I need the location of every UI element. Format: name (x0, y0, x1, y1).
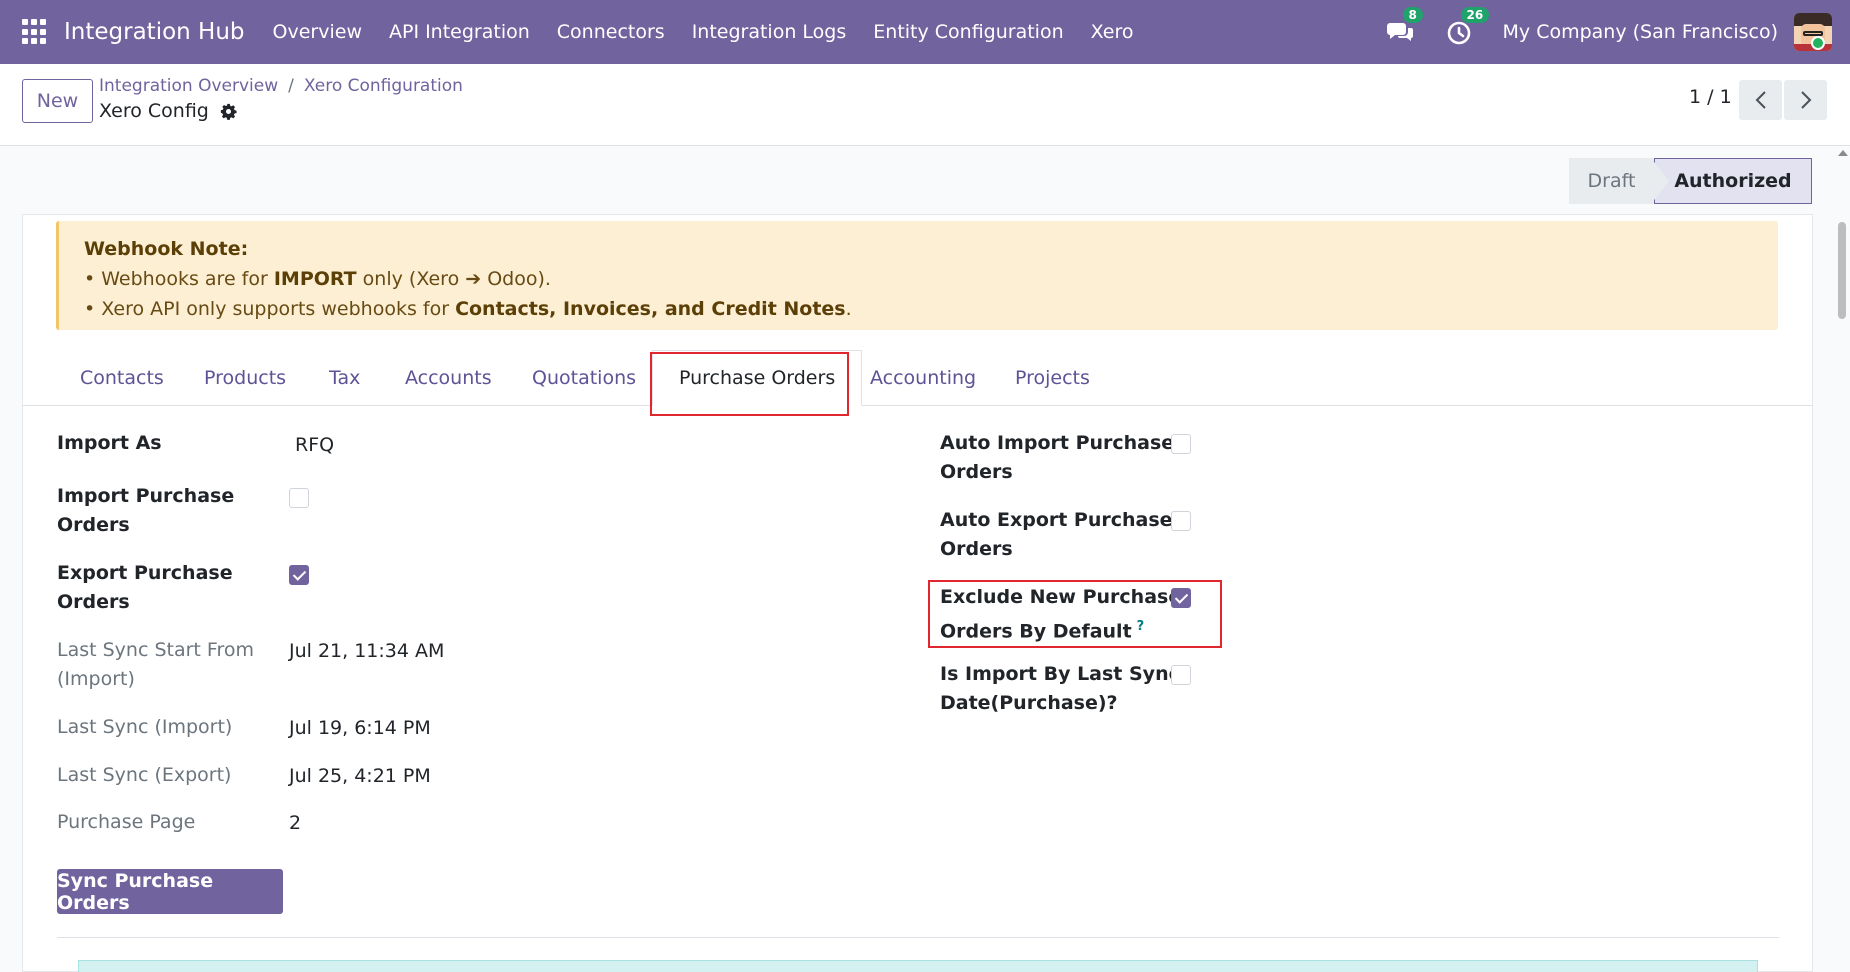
nav-item-entity-configuration[interactable]: Entity Configuration (873, 21, 1063, 43)
company-switcher[interactable]: My Company (San Francisco) (1503, 21, 1778, 43)
tab-tax[interactable]: Tax (329, 350, 360, 406)
messages-button[interactable]: 8 (1386, 7, 1423, 46)
webhook-note-title: Webhook Note: (84, 238, 249, 260)
notebook-tabs: Contacts Products Tax Accounts Quotation… (22, 350, 1813, 406)
import-as-label: Import As (57, 432, 162, 454)
apps-grid-icon[interactable] (22, 19, 48, 45)
top-navbar: Integration Hub Overview API Integration… (0, 0, 1850, 64)
tab-quotations[interactable]: Quotations (532, 350, 636, 406)
status-authorized[interactable]: Authorized (1654, 158, 1812, 204)
auto-import-po-label: Auto Import Purchase Orders (940, 432, 1175, 483)
export-po-checkbox[interactable] (289, 565, 309, 585)
chevron-right-icon (1800, 91, 1811, 109)
import-by-last-sync-label: Is Import By Last Sync Date(Purchase)? (940, 663, 1180, 714)
nav-item-xero[interactable]: Xero (1091, 21, 1134, 43)
nav-item-overview[interactable]: Overview (273, 21, 362, 43)
nav-item-connectors[interactable]: Connectors (557, 21, 665, 43)
nav-item-api-integration[interactable]: API Integration (389, 21, 530, 43)
info-alert (78, 960, 1758, 972)
export-po-label: Export Purchase Orders (57, 562, 233, 613)
tab-products[interactable]: Products (204, 350, 286, 406)
last-sync-export-value[interactable]: Jul 25, 4:21 PM (289, 765, 431, 787)
tab-highlight-annotation (650, 352, 849, 416)
exclude-highlight-annotation (928, 580, 1222, 648)
chevron-left-icon (1755, 91, 1766, 109)
tab-accounting[interactable]: Accounting (870, 350, 976, 406)
status-authorized-label: Authorized (1674, 170, 1792, 192)
breadcrumb: Integration Overview / Xero Configuration (99, 76, 463, 96)
activities-button[interactable]: 26 (1445, 7, 1490, 46)
record-title: Xero Config (99, 100, 237, 122)
tab-contacts[interactable]: Contacts (80, 350, 164, 406)
breadcrumb-xero-configuration[interactable]: Xero Configuration (304, 76, 463, 96)
import-as-select[interactable]: RFQ (295, 434, 334, 456)
breadcrumb-integration-overview[interactable]: Integration Overview (99, 76, 278, 96)
last-sync-start-value[interactable]: Jul 21, 11:34 AM (289, 640, 444, 662)
scroll-up-arrow-icon[interactable] (1838, 150, 1848, 156)
gear-icon[interactable] (220, 103, 237, 120)
webhook-note: Webhook Note: • Webhooks are for IMPORT … (56, 221, 1778, 330)
activities-badge: 26 (1460, 7, 1490, 23)
tab-accounts[interactable]: Accounts (405, 350, 492, 406)
pager-previous-button[interactable] (1739, 80, 1782, 120)
last-sync-import-value[interactable]: Jul 19, 6:14 PM (289, 717, 431, 739)
status-draft-label: Draft (1587, 170, 1636, 192)
auto-import-po-checkbox[interactable] (1171, 434, 1191, 454)
import-by-last-sync-checkbox[interactable] (1171, 665, 1191, 685)
auto-export-po-label: Auto Export Purchase Orders (940, 509, 1173, 560)
sync-purchase-orders-button[interactable]: Sync Purchase Orders (57, 869, 283, 914)
last-sync-start-label: Last Sync Start From (Import) (57, 639, 254, 690)
control-panel: New Integration Overview / Xero Configurat… (0, 64, 1850, 146)
import-po-checkbox[interactable] (289, 488, 309, 508)
last-sync-export-label: Last Sync (Export) (57, 764, 232, 786)
scrollbar-thumb[interactable] (1838, 222, 1846, 319)
status-bar: Draft Authorized (1569, 158, 1812, 204)
record-title-text: Xero Config (99, 100, 209, 122)
new-button[interactable]: New (22, 79, 93, 123)
tab-projects[interactable]: Projects (1015, 350, 1090, 406)
import-po-label: Import Purchase Orders (57, 485, 235, 536)
webhook-note-line-1: • Webhooks are for IMPORT only (Xero ➔ O… (84, 268, 551, 290)
nav-item-integration-logs[interactable]: Integration Logs (692, 21, 847, 43)
online-status-dot (1811, 36, 1825, 50)
purchase-page-label: Purchase Page (57, 811, 196, 833)
webhook-note-line-2: • Xero API only supports webhooks for Co… (84, 298, 852, 320)
messages-badge: 8 (1402, 7, 1423, 23)
purchase-page-value[interactable]: 2 (289, 812, 301, 834)
last-sync-import-label: Last Sync (Import) (57, 716, 233, 738)
status-draft[interactable]: Draft (1569, 158, 1669, 204)
app-brand[interactable]: Integration Hub (64, 19, 245, 45)
auto-export-po-checkbox[interactable] (1171, 511, 1191, 531)
section-divider (57, 937, 1779, 938)
pager-next-button[interactable] (1784, 80, 1827, 120)
breadcrumb-separator: / (288, 76, 294, 96)
pager-value[interactable]: 1 / 1 (1689, 86, 1732, 108)
